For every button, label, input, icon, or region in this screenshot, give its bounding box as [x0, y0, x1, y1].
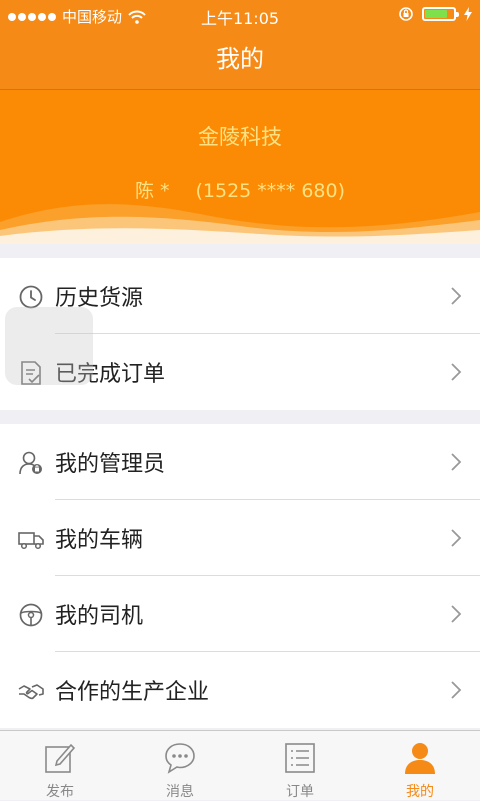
chevron-right-icon: [451, 363, 462, 381]
tab-mine[interactable]: 我的: [360, 731, 480, 800]
tab-label: 消息: [166, 784, 194, 800]
profile-header: 金陵科技 陈 * (1525 **** 680): [0, 90, 480, 244]
truck-icon: [18, 532, 44, 550]
menu-item-label: 合作的生产企业: [55, 680, 210, 705]
tab-publish[interactable]: 发布: [0, 731, 120, 800]
page-title: 我的: [216, 45, 264, 73]
chevron-right-icon: [451, 605, 462, 623]
menu-item-my-vehicles[interactable]: 我的车辆: [0, 500, 480, 576]
menu-item-my-drivers[interactable]: 我的司机: [0, 576, 480, 652]
menu-item-partner-enterprises[interactable]: 合作的生产企业: [0, 652, 480, 728]
edit-icon: [45, 743, 76, 773]
admin-user-icon: [19, 451, 42, 475]
handshake-icon: [18, 684, 44, 700]
chevron-right-icon: [451, 529, 462, 547]
rotation-lock-icon: [399, 7, 413, 21]
assistive-touch-button[interactable]: [5, 307, 93, 385]
status-bar: 中国移动 上午11:05: [0, 0, 480, 30]
company-name: 金陵科技: [198, 125, 282, 149]
chevron-right-icon: [451, 681, 462, 699]
person-icon: [405, 743, 435, 774]
tab-messages[interactable]: 消息: [120, 731, 240, 800]
chevron-right-icon: [451, 453, 462, 471]
list-icon: [285, 743, 315, 773]
charging-icon: [464, 7, 472, 21]
menu-item-my-admins[interactable]: 我的管理员: [0, 424, 480, 500]
menu-item-label: 我的车辆: [55, 528, 144, 553]
navigation-bar: 我的: [0, 30, 480, 90]
menu-item-label: 我的管理员: [55, 452, 166, 477]
tab-orders[interactable]: 订单: [240, 731, 360, 800]
battery-icon: [422, 7, 459, 21]
tab-bar: 发布 消息 订单 我的: [0, 730, 480, 800]
tab-label: 我的: [406, 784, 434, 800]
chat-icon: [165, 743, 195, 774]
tab-label: 发布: [46, 784, 74, 800]
tab-label: 订单: [286, 784, 314, 800]
steering-wheel-icon: [19, 603, 43, 627]
menu-group-management: 我的管理员 我的车辆 我的司机 合作的生产企业: [0, 424, 480, 728]
header-wave-decoration: [0, 204, 480, 244]
chevron-right-icon: [451, 287, 462, 305]
menu-item-label: 我的司机: [55, 604, 144, 629]
